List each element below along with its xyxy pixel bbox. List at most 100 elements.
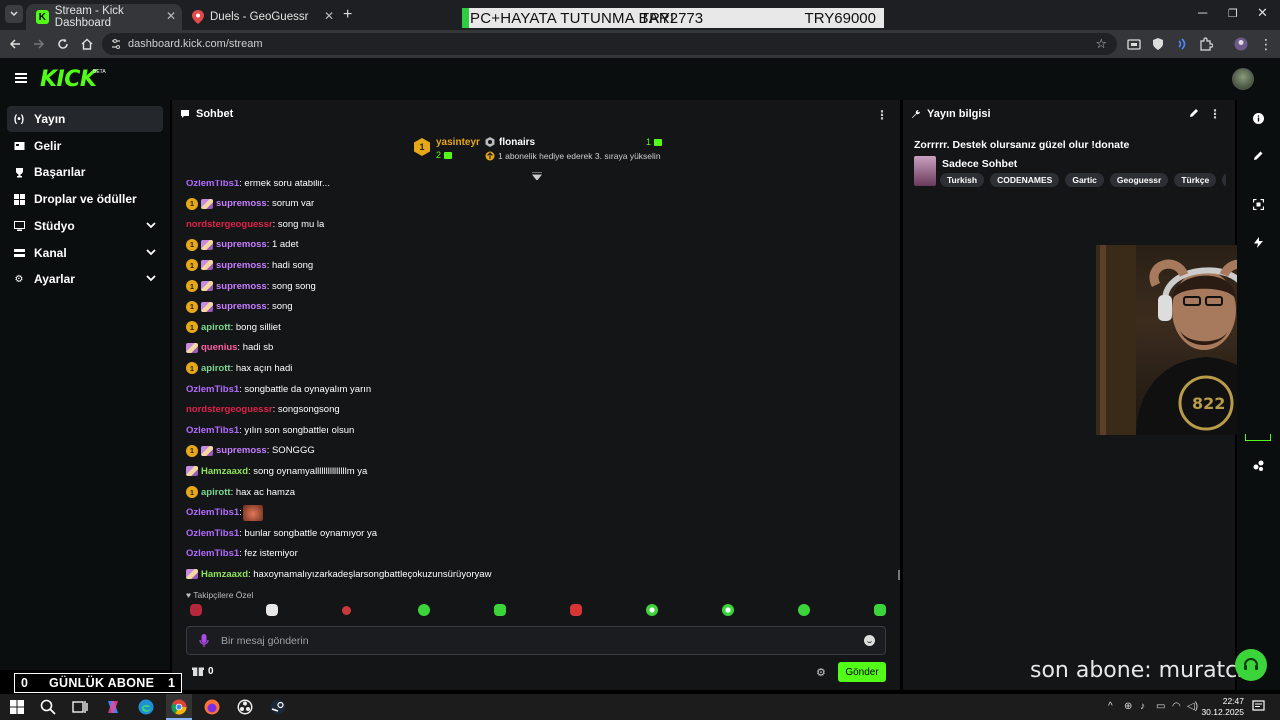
extension-icon[interactable] [1127, 37, 1141, 51]
chat-username[interactable]: OzlemTibs1 [186, 384, 239, 395]
chat-username[interactable]: OzlemTibs1 [186, 180, 239, 189]
user-avatar[interactable] [1232, 68, 1254, 90]
chat-username[interactable]: nordstergeoguessr [186, 219, 273, 230]
reload-icon[interactable] [55, 36, 71, 52]
chat-username[interactable]: nordstergeoguessr [186, 404, 273, 415]
emote-icon[interactable] [646, 604, 658, 616]
chat-username[interactable]: supremoss [216, 260, 267, 271]
task-view-icon[interactable] [72, 699, 88, 715]
back-icon[interactable] [7, 36, 23, 52]
chat-username[interactable]: Hamzaaxd [201, 466, 248, 477]
forward-icon[interactable] [31, 36, 47, 52]
address-bar[interactable]: dashboard.kick.com/stream ☆ [102, 33, 1117, 55]
tab-kick-dashboard[interactable]: K Stream - Kick Dashboard ✕ [26, 4, 182, 30]
wifi-icon[interactable]: ◠ [1172, 701, 1182, 713]
tray-overflow-icon[interactable]: ^ [1108, 701, 1118, 713]
stream-tag[interactable]: Gartic [1065, 173, 1104, 187]
scroll-to-bottom-icon[interactable] [532, 172, 542, 180]
chrome-taskbar-slot[interactable] [166, 694, 192, 720]
emote-icon[interactable] [494, 604, 506, 616]
fullscreen-icon[interactable] [1252, 198, 1264, 210]
notifications-icon[interactable] [1252, 700, 1265, 713]
puzzle-extensions-icon[interactable] [1199, 37, 1213, 51]
browser-menu-icon[interactable]: ⋮ [1258, 36, 1274, 52]
chat-scrollbar[interactable] [898, 570, 900, 580]
chat-options-icon[interactable]: ⋮ [876, 108, 888, 122]
restore-icon[interactable]: ❐ [1228, 7, 1238, 20]
emote-icon[interactable] [722, 604, 734, 616]
network-icon[interactable]: ▭ [1156, 701, 1166, 713]
hamburger-menu-icon[interactable] [15, 73, 27, 83]
stream-tag[interactable]: gartich [1222, 173, 1226, 187]
chat-message-input[interactable]: Bir mesaj gönderin [186, 626, 886, 655]
category-name[interactable]: Sadece Sohbet [942, 158, 1017, 170]
home-icon[interactable] [79, 36, 95, 52]
chat-username[interactable]: OzlemTibs1 [186, 548, 239, 559]
emote-icon[interactable] [874, 604, 886, 616]
send-button[interactable]: Gönder [838, 662, 886, 682]
edge-browser-icon[interactable] [138, 699, 154, 715]
microphone-tray-icon[interactable]: ♪ [1140, 701, 1150, 713]
chat-username[interactable]: apirott [201, 487, 231, 498]
category-thumbnail[interactable] [914, 156, 936, 186]
edit-pencil-icon[interactable] [1252, 149, 1264, 161]
emote-icon[interactable] [266, 604, 278, 616]
stream-tag[interactable]: Türkçe [1174, 173, 1217, 187]
tab-search-button[interactable] [5, 5, 23, 23]
lightning-icon[interactable] [1252, 236, 1264, 248]
profile-icon[interactable] [1234, 37, 1248, 51]
second-username[interactable]: flonairs [499, 137, 535, 148]
minimize-icon[interactable]: ─ [1198, 5, 1207, 20]
chat-username[interactable]: supremoss [216, 281, 267, 292]
kick-logo[interactable]: KICK [40, 67, 97, 92]
emote-icon[interactable] [798, 604, 810, 616]
stream-tag[interactable]: Geoguessr [1109, 173, 1169, 187]
emote-icon[interactable] [190, 604, 202, 616]
search-icon[interactable] [40, 699, 56, 715]
sidebar-item-studyo[interactable]: Stüdyo [7, 213, 163, 239]
emote-icon[interactable] [418, 604, 430, 616]
share-nodes-icon[interactable] [1252, 459, 1264, 471]
copilot-icon[interactable] [105, 699, 121, 715]
chat-username[interactable]: apirott [201, 363, 231, 374]
edit-pencil-icon[interactable] [1189, 108, 1199, 118]
support-chat-icon[interactable] [1235, 649, 1267, 681]
info-icon[interactable] [1252, 112, 1264, 124]
tab-geoguessr[interactable]: Duels - GeoGuessr ✕ [182, 4, 340, 30]
gift-icon[interactable] [192, 665, 204, 677]
obs-icon[interactable] [237, 699, 253, 715]
system-clock[interactable]: 22:47 30.12.2025 [1196, 696, 1244, 718]
chat-settings-gear-icon[interactable]: ⚙ [816, 666, 826, 679]
chat-username[interactable]: OzlemTibs1 [186, 507, 239, 518]
new-tab-icon[interactable]: + [343, 6, 352, 24]
emoji-picker-icon[interactable] [864, 635, 875, 646]
close-tab-icon[interactable]: ✕ [324, 9, 334, 23]
windows-start-icon[interactable] [9, 699, 25, 715]
emote-icon[interactable] [342, 606, 351, 615]
close-window-icon[interactable]: ✕ [1257, 5, 1268, 21]
bookmark-star-icon[interactable]: ☆ [1095, 36, 1107, 52]
close-tab-icon[interactable]: ✕ [166, 9, 176, 23]
sidebar-item-yayin[interactable]: (•) Yayın [7, 106, 163, 132]
chat-username[interactable]: apirott [201, 322, 231, 333]
audio-extension-icon[interactable] [1175, 37, 1189, 51]
stream-tag[interactable]: Turkish [940, 173, 985, 187]
chat-username[interactable]: OzlemTibs1 [186, 528, 239, 539]
chat-username[interactable]: supremoss [216, 445, 267, 456]
sidebar-item-kanal[interactable]: Kanal [7, 240, 163, 266]
chat-username[interactable]: OzlemTibs1 [186, 425, 239, 436]
emote-icon[interactable] [570, 604, 582, 616]
firefox-icon[interactable] [204, 699, 220, 715]
sidebar-item-ayarlar[interactable]: ⚙ Ayarlar [7, 266, 163, 292]
chat-username[interactable]: supremoss [216, 239, 267, 250]
shield-extension-icon[interactable] [1151, 37, 1165, 51]
leader-username[interactable]: yasinteyr [436, 137, 480, 148]
chat-username[interactable]: Hamzaaxd [201, 569, 248, 580]
sidebar-item-droplar[interactable]: Droplar ve ödüller [7, 186, 163, 212]
steam-icon[interactable] [270, 699, 286, 715]
chat-username[interactable]: supremoss [216, 301, 267, 312]
tray-app-icon[interactable]: ⊕ [1124, 701, 1134, 713]
sidebar-item-basarilar[interactable]: Başarılar [7, 159, 163, 185]
microphone-icon[interactable] [199, 634, 209, 648]
stream-info-options-icon[interactable]: ⋮ [1209, 107, 1221, 121]
